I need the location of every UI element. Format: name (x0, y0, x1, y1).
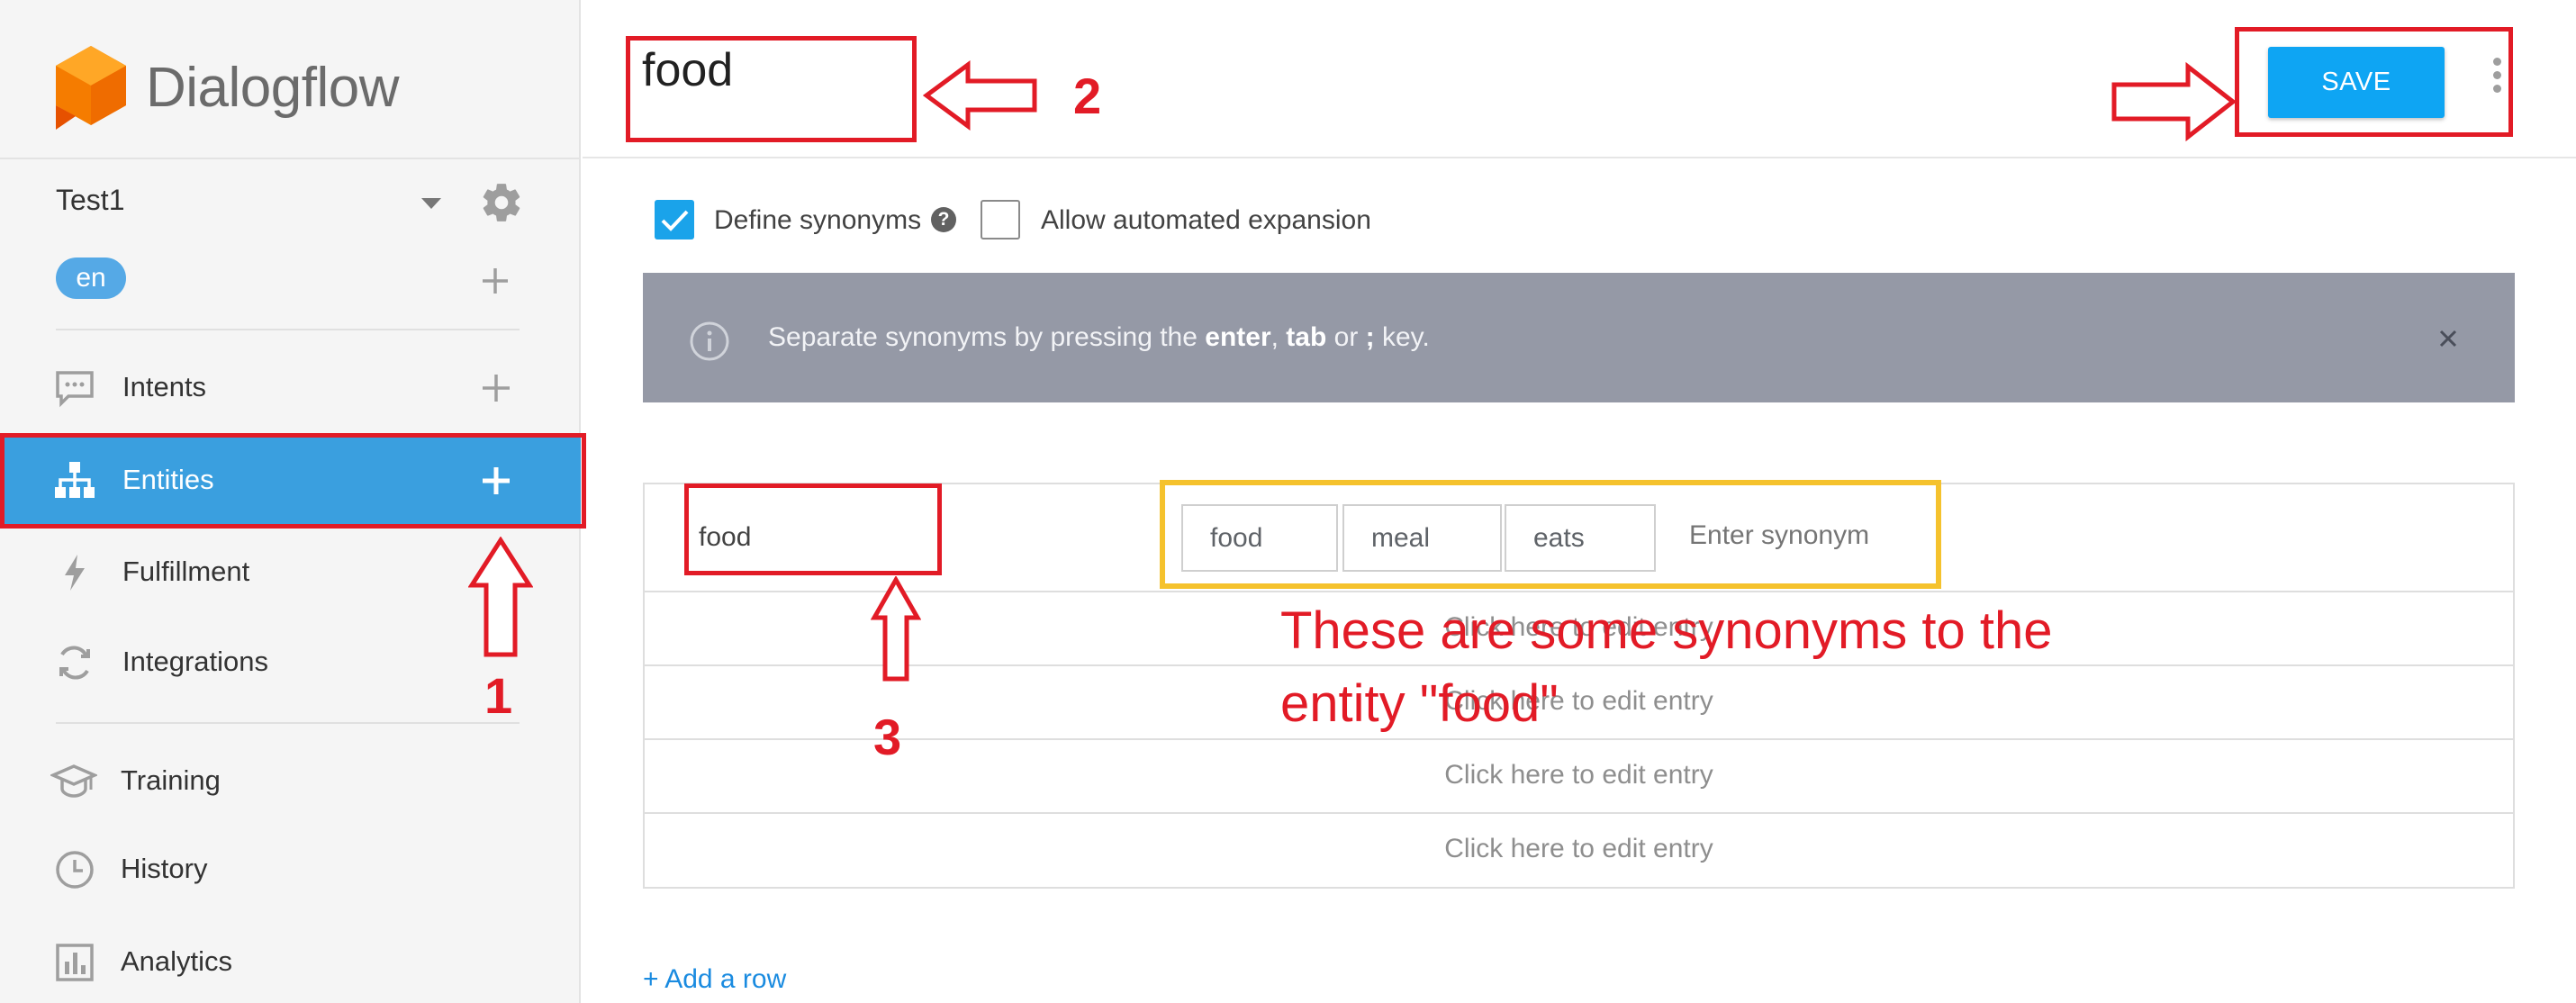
checkmark-icon (661, 210, 689, 231)
close-icon[interactable] (2435, 325, 2462, 352)
agent-name[interactable]: Test1 (56, 184, 124, 217)
annotation-box-title (626, 36, 917, 142)
help-icon[interactable]: ? (931, 207, 956, 232)
annotation-arrow-up (468, 537, 533, 657)
info-text-part: key. (1374, 322, 1430, 352)
annotation-step-3: 3 (873, 709, 902, 765)
info-text-part: , (1270, 322, 1287, 352)
edit-entry-placeholder[interactable]: Click here to edit entry (645, 834, 2513, 864)
divider (56, 329, 520, 330)
add-intent-icon[interactable] (480, 372, 512, 404)
annotation-note: These are some synonyms to the entity "f… (1280, 601, 2053, 733)
chat-bubble-icon (56, 371, 94, 408)
define-synonyms-checkbox[interactable] (655, 200, 694, 239)
key-semicolon: ; (1365, 322, 1375, 352)
sidebar-item-label: Intents (122, 371, 207, 402)
annotation-box-save (2235, 27, 2513, 137)
gear-icon[interactable] (479, 180, 524, 225)
sidebar-item-label: Fulfillment (122, 556, 250, 587)
sidebar-item-label: History (121, 853, 208, 884)
sidebar-item-label: Training (121, 764, 221, 796)
language-badge[interactable]: en (56, 258, 126, 299)
divider (0, 158, 581, 159)
info-banner-text: Separate synonyms by pressing the enter,… (768, 322, 1430, 353)
sidebar-item-history[interactable]: History (0, 824, 581, 914)
info-icon (690, 321, 729, 361)
logo-text: Dialogflow (146, 56, 400, 119)
graduation-cap-icon (50, 764, 97, 798)
sidebar-item-label: Integrations (122, 646, 268, 677)
sidebar-item-label: Analytics (121, 945, 233, 977)
dialogflow-logo-icon (56, 46, 126, 130)
info-text-part: or (1326, 322, 1366, 352)
annotation-arrow-up (871, 576, 921, 682)
sidebar-item-training[interactable]: Training (0, 736, 581, 826)
edit-entry-placeholder[interactable]: Click here to edit entry (645, 760, 2513, 791)
automated-expansion-label: Allow automated expansion (1041, 205, 1371, 235)
annotation-arrow-left (923, 60, 1037, 131)
sync-icon (59, 646, 90, 680)
annotation-box-synonyms (1160, 480, 1941, 589)
sidebar-item-analytics[interactable]: Analytics (0, 917, 581, 1003)
table-row[interactable]: Click here to edit entry (645, 814, 2513, 887)
add-row-link[interactable]: + Add a row (643, 964, 786, 995)
annotation-arrow-right (2111, 61, 2237, 142)
define-synonyms-label: Define synonyms (714, 205, 922, 235)
logo[interactable]: Dialogflow (54, 38, 432, 137)
lightning-icon (65, 555, 85, 591)
automated-expansion-checkbox[interactable] (981, 200, 1020, 239)
clock-icon (56, 851, 94, 889)
annotation-box-entry (684, 483, 942, 575)
key-enter: enter (1205, 322, 1271, 352)
info-text-part: Separate synonyms by pressing the (768, 322, 1206, 352)
info-banner: Separate synonyms by pressing the enter,… (643, 273, 2515, 402)
bar-chart-icon (56, 944, 94, 981)
add-language-icon[interactable] (477, 263, 513, 299)
sidebar-item-intents[interactable]: Intents (0, 342, 581, 432)
table-row[interactable]: Click here to edit entry (645, 740, 2513, 814)
divider (56, 722, 520, 724)
key-tab: tab (1286, 322, 1327, 352)
agent-dropdown-icon[interactable] (421, 198, 441, 209)
annotation-box-entities (0, 433, 586, 529)
annotation-step-2: 2 (1073, 68, 1102, 124)
annotation-step-1: 1 (484, 667, 513, 724)
